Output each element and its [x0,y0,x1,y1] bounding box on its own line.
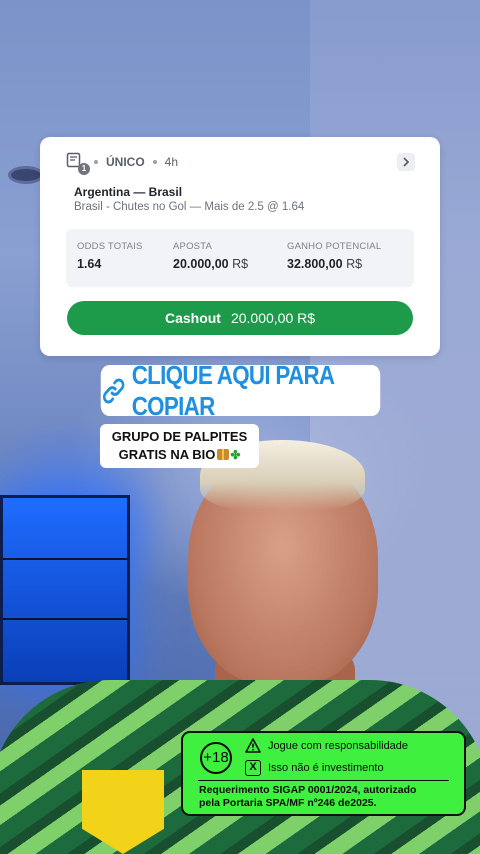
group-label-line1: GRUPO DE PALPITES [111,429,248,444]
x-icon: X [245,760,261,776]
group-label: GRUPO DE PALPITES GRATIS NA BIO ✤ [100,424,259,468]
responsibility-text: Jogue com responsabilidade [268,739,409,752]
potential-currency: R$ [346,257,363,271]
cashout-label: Cashout [164,310,221,326]
odds-value: 1.64 [77,257,102,271]
odds-label: ODDS TOTAIS [77,241,143,252]
copy-banner-text: CLIQUE AQUI PARA COPIAR [131,359,335,421]
ticket-icon: 1 [66,152,90,175]
legal-line-1: Requerimento SIGAP 0001/2024, autorizado [199,784,417,796]
stake-currency: R$ [232,257,249,271]
potential-label: GANHO POTENCIAL [287,241,382,252]
bet-slip-card[interactable]: 1 ÚNICO 4h Argentina — Brasil Brasil - C… [40,137,440,356]
not-investment-text: Isso não é investimento [268,762,384,774]
bet-slip-header: 1 ÚNICO 4h [66,151,415,175]
not-investment-row: X Isso não é investimento [245,760,384,776]
link-icon [102,378,125,403]
warning-icon [245,738,261,753]
gift-icon [217,449,230,460]
aquarium [0,495,130,685]
odds-stat: ODDS TOTAIS 1.64 [77,241,143,271]
expand-button[interactable] [397,153,415,171]
group-label-line2: GRATIS NA BIO [118,447,216,462]
responsibility-row: Jogue com responsabilidade [245,738,408,753]
chevron-right-icon [403,157,410,167]
stake-value-row: 20.000,00 R$ [173,257,248,271]
ceiling-lamp [8,166,44,184]
age-rating-icon: +18 [200,742,232,774]
legal-text: Requerimento SIGAP 0001/2024, autorizado… [199,784,416,810]
match-title: Argentina — Brasil [74,185,183,199]
cashout-amount: 20.000,00 R$ [230,310,316,326]
bet-selection: Brasil - Chutes no Gol — Mais de 2.5 @ 1… [74,201,305,213]
bet-type: ÚNICO [106,155,145,169]
separator-dot [152,160,157,164]
legal-line-2: pela Portaria SPA/MF nº246 de2025. [199,797,377,809]
stake-value: 20.000,00 [173,257,229,271]
bet-count-badge: 1 [78,163,90,175]
divider [198,780,449,781]
cashout-button[interactable]: Cashout 20.000,00 R$ [67,301,413,335]
bet-time: 4h [164,155,179,169]
separator-dot [94,160,98,164]
clover-icon: ✤ [230,448,241,462]
responsible-gaming-box: +18 Jogue com responsabilidade X Isso nã… [181,731,466,816]
potential-value: 32.800,00 [287,257,343,271]
group-label-line2-row: GRATIS NA BIO ✤ [100,446,259,464]
copy-link-banner[interactable]: CLIQUE AQUI PARA COPIAR [100,360,381,421]
stake-label: APOSTA [173,241,213,252]
potential-stat: GANHO POTENCIAL 32.800,00 R$ [287,241,381,271]
potential-value-row: 32.800,00 R$ [287,257,381,271]
bet-stats: ODDS TOTAIS 1.64 APOSTA 20.000,00 R$ GAN… [66,229,414,287]
stake-stat: APOSTA 20.000,00 R$ [173,241,248,271]
